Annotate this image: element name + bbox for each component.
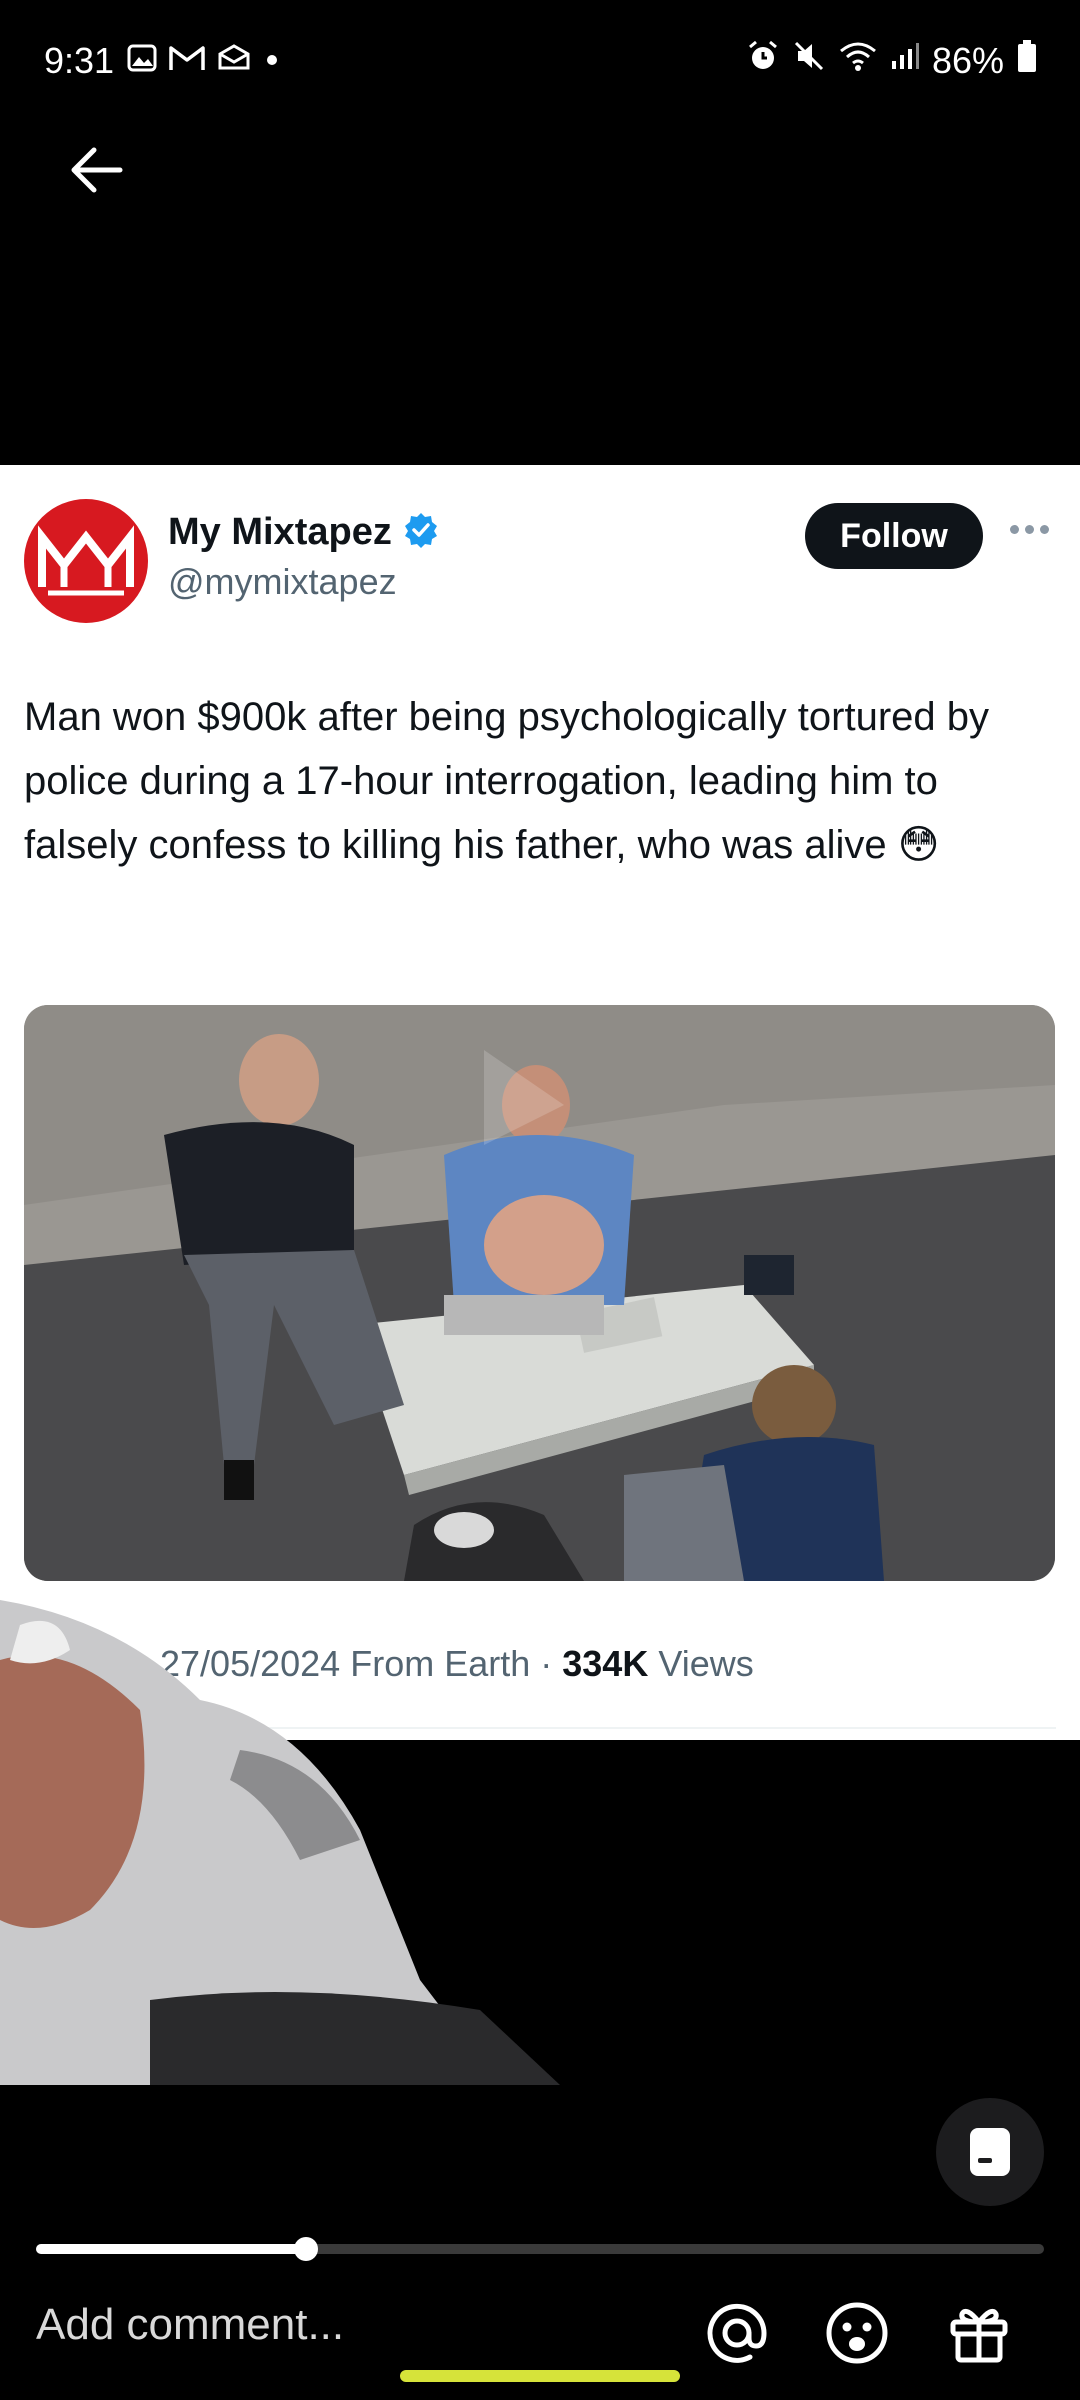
wifi-icon (838, 39, 878, 82)
follow-button[interactable]: Follow (805, 503, 983, 569)
seek-bar-fill (36, 2244, 307, 2254)
interrogation-room-photo (24, 1005, 1055, 1581)
gmail-icon (168, 42, 206, 79)
status-left-icons (126, 42, 282, 79)
pip-camera-overlay[interactable] (0, 1580, 560, 2085)
home-indicator (400, 2370, 680, 2382)
inbox-icon (216, 42, 252, 79)
display-name-row[interactable]: My Mixtapez (168, 511, 440, 554)
pip-video-frame (0, 1600, 560, 2085)
seek-bar-thumb[interactable] (294, 2237, 319, 2261)
emoji-icon[interactable] (820, 2296, 894, 2370)
arrow-left-icon (71, 147, 123, 193)
handle[interactable]: @mymixtapez (168, 561, 397, 603)
avatar[interactable] (24, 499, 148, 623)
status-bar: 9:31 86% (0, 0, 1080, 120)
gallery-icon (126, 42, 158, 79)
tweet-text: Man won $900k after being psychologicall… (24, 695, 989, 867)
tweet-media-image[interactable] (24, 1005, 1055, 1581)
signal-icon (890, 39, 920, 82)
notes-button[interactable] (936, 2098, 1044, 2206)
seek-bar[interactable] (36, 2237, 1044, 2261)
comment-input[interactable]: Add comment... (36, 2300, 344, 2350)
status-time: 9:31 (44, 40, 115, 81)
alarm-icon (746, 39, 780, 82)
mymixtapez-logo-icon (38, 525, 134, 596)
note-icon (970, 2128, 1010, 2176)
more-options-icon[interactable] (1010, 519, 1054, 539)
tweet-card[interactable]: My Mixtapez @mymixtapez Follow Man won $… (0, 465, 1080, 1740)
status-right: 86% (746, 38, 1038, 83)
display-name[interactable]: My Mixtapez (168, 511, 392, 554)
views-label: Views (658, 1643, 754, 1684)
gift-icon[interactable] (942, 2296, 1016, 2370)
dot-icon (262, 48, 282, 73)
verified-badge-icon (402, 511, 440, 554)
battery-icon (1016, 38, 1038, 83)
mention-at-icon[interactable] (700, 2296, 774, 2370)
back-button[interactable] (56, 130, 136, 210)
battery-text: 86% (931, 39, 1004, 81)
views-count: 334K (562, 1643, 649, 1684)
mute-icon (792, 39, 826, 82)
